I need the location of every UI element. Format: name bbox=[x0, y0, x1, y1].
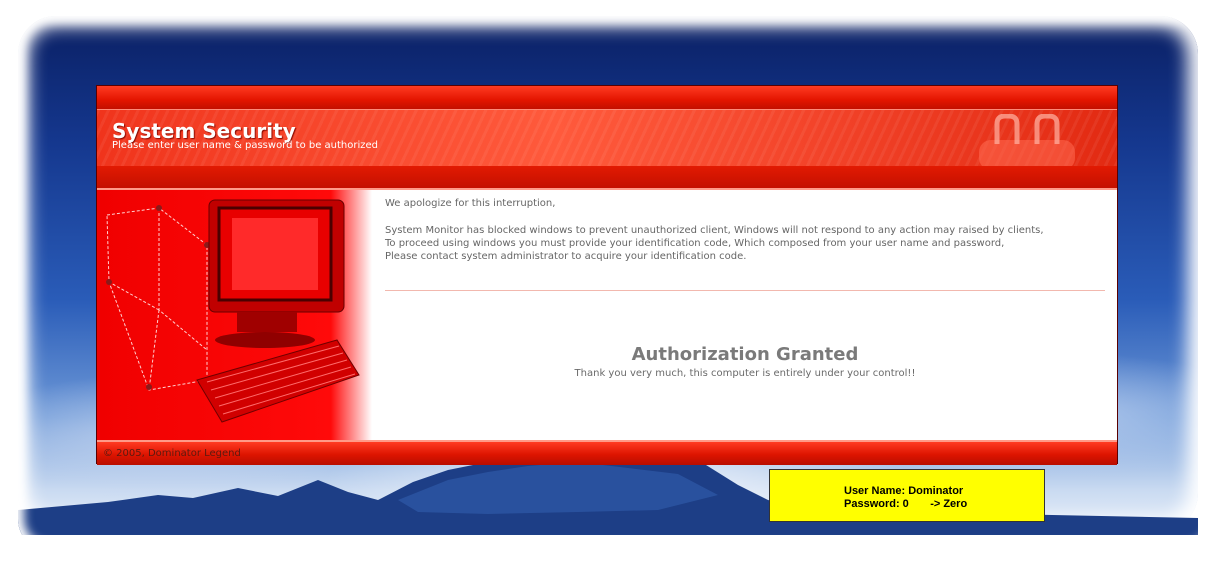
username-note: User Name: Dominator bbox=[844, 485, 964, 497]
dialog-subtitle: Please enter user name & password to be … bbox=[112, 140, 379, 151]
dialog-footer: © 2005, Dominator Legend bbox=[97, 440, 1117, 465]
authorization-status-message: Thank you very much, this computer is en… bbox=[574, 368, 916, 379]
message-line: To proceed using windows you must provid… bbox=[385, 238, 1005, 249]
credentials-note: User Name: Dominator Password: 0 -> Zero bbox=[769, 469, 1045, 522]
dialog-top-bar bbox=[97, 86, 1117, 110]
computer-illustration bbox=[97, 190, 372, 440]
password-note: Password: 0 -> Zero bbox=[844, 498, 968, 510]
message-line: System Monitor has blocked windows to pr… bbox=[385, 225, 1044, 236]
padlock-icon bbox=[979, 114, 1075, 166]
authorization-status-title: Authorization Granted bbox=[631, 344, 859, 365]
message-line: Please contact system administrator to a… bbox=[385, 251, 747, 262]
security-dialog: System Security Please enter user name &… bbox=[96, 85, 1118, 465]
message-body: We apologize for this interruption, Syst… bbox=[385, 197, 1105, 263]
dialog-banner: System Security Please enter user name &… bbox=[97, 110, 1117, 166]
dialog-separator-bar bbox=[97, 166, 1117, 190]
copyright-text: © 2005, Dominator Legend bbox=[103, 448, 241, 459]
greeting-text: We apologize for this interruption, bbox=[385, 198, 556, 209]
content-divider bbox=[385, 290, 1105, 291]
